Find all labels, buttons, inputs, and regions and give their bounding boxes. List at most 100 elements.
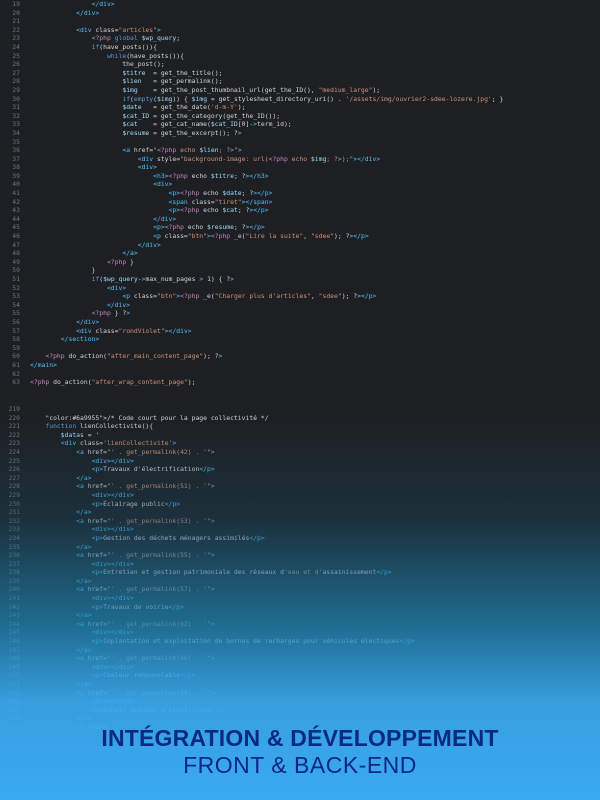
line-number: 253 bbox=[8, 697, 20, 706]
code-line: 253 <div></div> bbox=[0, 697, 600, 706]
line-number: 226 bbox=[8, 465, 20, 474]
code-text: <p class="btn"><?php _e("Charger plus d'… bbox=[122, 292, 377, 301]
code-text: "color:#6a9955">/* Code court pour la pa… bbox=[45, 413, 269, 422]
line-number: 249 bbox=[8, 662, 20, 671]
code-text: <div></div> bbox=[91, 490, 134, 499]
code-line: 225 <div></div> bbox=[0, 457, 600, 466]
code-text: </div> bbox=[153, 214, 177, 223]
line-number: 24 bbox=[12, 42, 20, 51]
line-number: 31 bbox=[12, 103, 20, 112]
code-line: 35 bbox=[0, 138, 600, 147]
code-line: 20 </div> bbox=[0, 9, 600, 18]
line-number: 23 bbox=[12, 34, 20, 43]
code-text: </a> bbox=[76, 542, 92, 551]
line-number: 222 bbox=[8, 430, 20, 439]
line-number: 61 bbox=[12, 360, 20, 369]
code-text: </div> bbox=[76, 317, 100, 326]
line-number: 250 bbox=[8, 671, 20, 680]
code-line: 34 $resume = get_the_excerpt(); ?> bbox=[0, 129, 600, 138]
code-line: 27 $titre = get_the_title(); bbox=[0, 69, 600, 78]
line-number: 228 bbox=[8, 482, 20, 491]
code-text: </div> bbox=[106, 300, 131, 309]
code-line: 52 <div> bbox=[0, 284, 600, 293]
line-number: 235 bbox=[8, 542, 20, 551]
line-number: 255 bbox=[8, 714, 20, 723]
code-text: <a href="<?php echo $lien; ?>"> bbox=[122, 146, 242, 155]
code-line: 233 <div></div> bbox=[0, 525, 600, 534]
line-number: 47 bbox=[12, 240, 20, 249]
code-line: 62 bbox=[0, 370, 600, 379]
code-text: <?php } bbox=[106, 257, 134, 266]
code-text: </a> bbox=[76, 611, 92, 620]
code-text: <div> bbox=[153, 180, 173, 189]
line-number: 231 bbox=[8, 508, 20, 517]
code-line: 50 } bbox=[0, 266, 600, 275]
code-line: 219 bbox=[0, 405, 600, 414]
line-number: 234 bbox=[8, 533, 20, 542]
code-text: <span class="tiret"></span> bbox=[168, 197, 273, 206]
code-text: </a> bbox=[76, 508, 92, 517]
code-line: 251 </a> bbox=[0, 680, 600, 689]
line-number: 50 bbox=[12, 266, 20, 275]
line-number: 220 bbox=[8, 413, 20, 422]
code-text: <?php do_action("after_main_content_page… bbox=[45, 352, 223, 361]
line-number: 58 bbox=[12, 335, 20, 344]
code-text: <?php global $wp_query; bbox=[91, 34, 181, 43]
line-number: 43 bbox=[12, 206, 20, 215]
line-number: 26 bbox=[12, 60, 20, 69]
code-line: 234 <p>Gestion des déchets ménagers assi… bbox=[0, 534, 600, 543]
code-text: <p><?php echo $resume; ?></p> bbox=[153, 223, 265, 232]
line-number: 57 bbox=[12, 326, 20, 335]
code-line: 255 </a> bbox=[0, 714, 600, 723]
code-text: </div> bbox=[76, 8, 100, 17]
line-number: 245 bbox=[8, 628, 20, 637]
code-block-top: 19 </div> 20 </div> 21 22 <div class="artic… bbox=[0, 0, 600, 387]
code-text: <div></div> bbox=[91, 559, 134, 568]
code-text: <p>Implantation et exploitation de borne… bbox=[91, 637, 415, 646]
code-text: <a href="' . get_permalink(62) . '"> bbox=[76, 619, 215, 628]
line-number: 60 bbox=[12, 352, 20, 361]
line-number: 25 bbox=[12, 51, 20, 60]
code-text: $datas = ' bbox=[60, 430, 100, 439]
code-text: $titre = get_the_title(); bbox=[122, 68, 223, 77]
code-line: 22 <div class="articles"> bbox=[0, 26, 600, 35]
code-line: 227 </a> bbox=[0, 474, 600, 483]
code-text: </a> bbox=[76, 645, 92, 654]
code-line: 19 </div> bbox=[0, 0, 600, 9]
code-text: <p>Éclairage public</p> bbox=[91, 499, 181, 508]
code-line: 25 while(have_posts()){ bbox=[0, 52, 600, 61]
code-text: <h3><?php echo $titre; ?></h3> bbox=[153, 171, 269, 180]
line-number: 232 bbox=[8, 516, 20, 525]
code-line: 30 if(empty($img)) { $img = get_styleshe… bbox=[0, 95, 600, 104]
line-number: 239 bbox=[8, 576, 20, 585]
line-number: 28 bbox=[12, 77, 20, 86]
code-line: 40 <div> bbox=[0, 180, 600, 189]
code-line: 33 $cat = get_cat_name($cat_ID[0]->term_… bbox=[0, 120, 600, 129]
line-number: 224 bbox=[8, 447, 20, 456]
line-number: 52 bbox=[12, 283, 20, 292]
code-text: <div></div> bbox=[91, 662, 134, 671]
code-line: 55 <?php } ?> bbox=[0, 309, 600, 318]
code-text: if($wp_query->max_num_pages > 1) { ?> bbox=[91, 275, 235, 283]
line-number: 55 bbox=[12, 309, 20, 318]
code-text: <div></div> bbox=[91, 525, 134, 534]
code-text: $resume = get_the_excerpt(); ?> bbox=[122, 128, 242, 137]
line-number: 45 bbox=[12, 223, 20, 232]
line-number: 21 bbox=[12, 17, 20, 26]
code-text: while(have_posts()){ bbox=[106, 51, 184, 60]
code-line: 231 </a> bbox=[0, 508, 600, 517]
code-line: 39 <h3><?php echo $titre; ?></h3> bbox=[0, 172, 600, 181]
code-text: <a href="' . get_permalink(53) . '"> bbox=[76, 516, 215, 525]
line-number: 227 bbox=[8, 473, 20, 482]
line-number: 244 bbox=[8, 619, 20, 628]
code-line: 54 </div> bbox=[0, 301, 600, 310]
line-number: 230 bbox=[8, 499, 20, 508]
code-text: <a href="' . get_permalink(68) . '"> bbox=[76, 688, 215, 697]
code-line: 51 if($wp_query->max_num_pages > 1) { ?> bbox=[0, 275, 600, 284]
code-line: 60 <?php do_action("after_main_content_p… bbox=[0, 352, 600, 361]
code-line: 228 <a href="' . get_permalink(51) . '"> bbox=[0, 482, 600, 491]
line-number: 36 bbox=[12, 146, 20, 155]
